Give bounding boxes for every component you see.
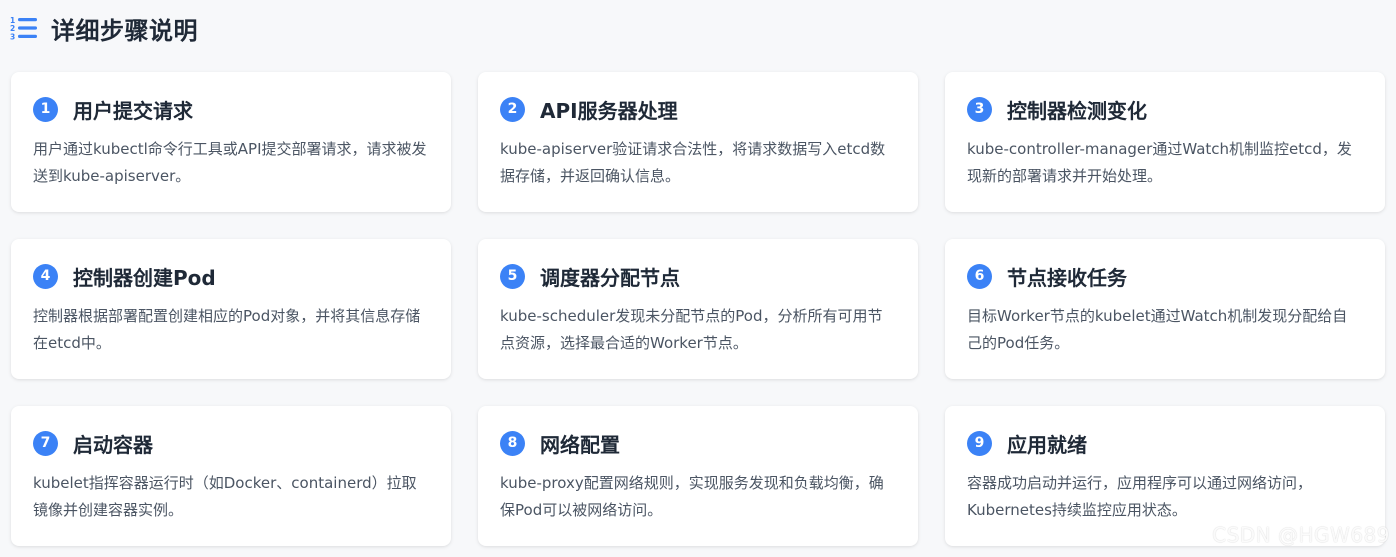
steps-grid: 1 用户提交请求 用户通过kubectl命令行工具或API提交部署请求，请求被发… [11, 72, 1385, 546]
step-title: 启动容器 [73, 432, 153, 457]
step-description: kube-controller-manager通过Watch机制监控etcd，发… [967, 140, 1352, 185]
step-card-4: 4 控制器创建Pod 控制器根据部署配置创建相应的Pod对象，并将其信息存储在e… [11, 239, 451, 379]
step-card-header: 2 API服务器处理 [500, 94, 896, 124]
step-card-header: 3 控制器检测变化 [967, 94, 1363, 124]
step-number-badge: 3 [967, 96, 992, 122]
step-number-badge: 8 [500, 430, 525, 456]
step-card-header: 5 调度器分配节点 [500, 261, 896, 291]
step-card-header: 7 启动容器 [33, 428, 429, 458]
step-description: kubelet指挥容器运行时（如Docker、containerd）拉取镜像并创… [33, 474, 417, 519]
step-description: 容器成功启动并运行，应用程序可以通过网络访问，Kubernetes持续监控应用状… [967, 474, 1313, 519]
step-card-header: 1 用户提交请求 [33, 94, 429, 124]
step-description: 用户通过kubectl命令行工具或API提交部署请求，请求被发送到kube-ap… [33, 140, 427, 185]
step-card-3: 3 控制器检测变化 kube-controller-manager通过Watch… [945, 72, 1385, 212]
step-card-2: 2 API服务器处理 kube-apiserver验证请求合法性，将请求数据写入… [478, 72, 918, 212]
step-number-badge: 2 [500, 96, 525, 122]
step-title: 应用就绪 [1007, 432, 1087, 457]
svg-text:3: 3 [10, 33, 15, 42]
step-card-header: 4 控制器创建Pod [33, 261, 429, 291]
section-header: 1 2 3 详细步骤说明 [10, 12, 198, 45]
step-description: kube-proxy配置网络规则，实现服务发现和负载均衡，确保Pod可以被网络访… [500, 474, 884, 519]
step-number-badge: 4 [33, 263, 58, 289]
step-card-7: 7 启动容器 kubelet指挥容器运行时（如Docker、containerd… [11, 406, 451, 546]
step-description: 目标Worker节点的kubelet通过Watch机制发现分配给自己的Pod任务… [967, 307, 1348, 352]
step-title: 用户提交请求 [73, 98, 193, 123]
step-title: 控制器创建Pod [73, 265, 216, 290]
step-title: 控制器检测变化 [1007, 98, 1147, 123]
step-title: 节点接收任务 [1007, 265, 1127, 290]
step-title: API服务器处理 [540, 98, 678, 123]
step-card-8: 8 网络配置 kube-proxy配置网络规则，实现服务发现和负载均衡，确保Po… [478, 406, 918, 546]
step-title: 网络配置 [540, 432, 620, 457]
step-card-5: 5 调度器分配节点 kube-scheduler发现未分配节点的Pod，分析所有… [478, 239, 918, 379]
step-number-badge: 6 [967, 263, 992, 289]
step-card-header: 9 应用就绪 [967, 428, 1363, 458]
step-card-header: 8 网络配置 [500, 428, 896, 458]
step-description: 控制器根据部署配置创建相应的Pod对象，并将其信息存储在etcd中。 [33, 307, 421, 352]
step-card-6: 6 节点接收任务 目标Worker节点的kubelet通过Watch机制发现分配… [945, 239, 1385, 379]
step-description: kube-apiserver验证请求合法性，将请求数据写入etcd数据存储，并返… [500, 140, 886, 185]
step-number-badge: 7 [33, 430, 58, 456]
watermark: CSDN @HGW689 [1212, 523, 1390, 547]
step-number-badge: 5 [500, 263, 525, 289]
step-description: kube-scheduler发现未分配节点的Pod，分析所有可用节点资源，选择最… [500, 307, 883, 352]
step-number-badge: 9 [967, 430, 992, 456]
page-title: 详细步骤说明 [51, 16, 198, 45]
numbered-list-icon: 1 2 3 [10, 16, 37, 42]
step-card-1: 1 用户提交请求 用户通过kubectl命令行工具或API提交部署请求，请求被发… [11, 72, 451, 212]
step-title: 调度器分配节点 [540, 265, 680, 290]
step-card-header: 6 节点接收任务 [967, 261, 1363, 291]
step-number-badge: 1 [33, 96, 58, 122]
